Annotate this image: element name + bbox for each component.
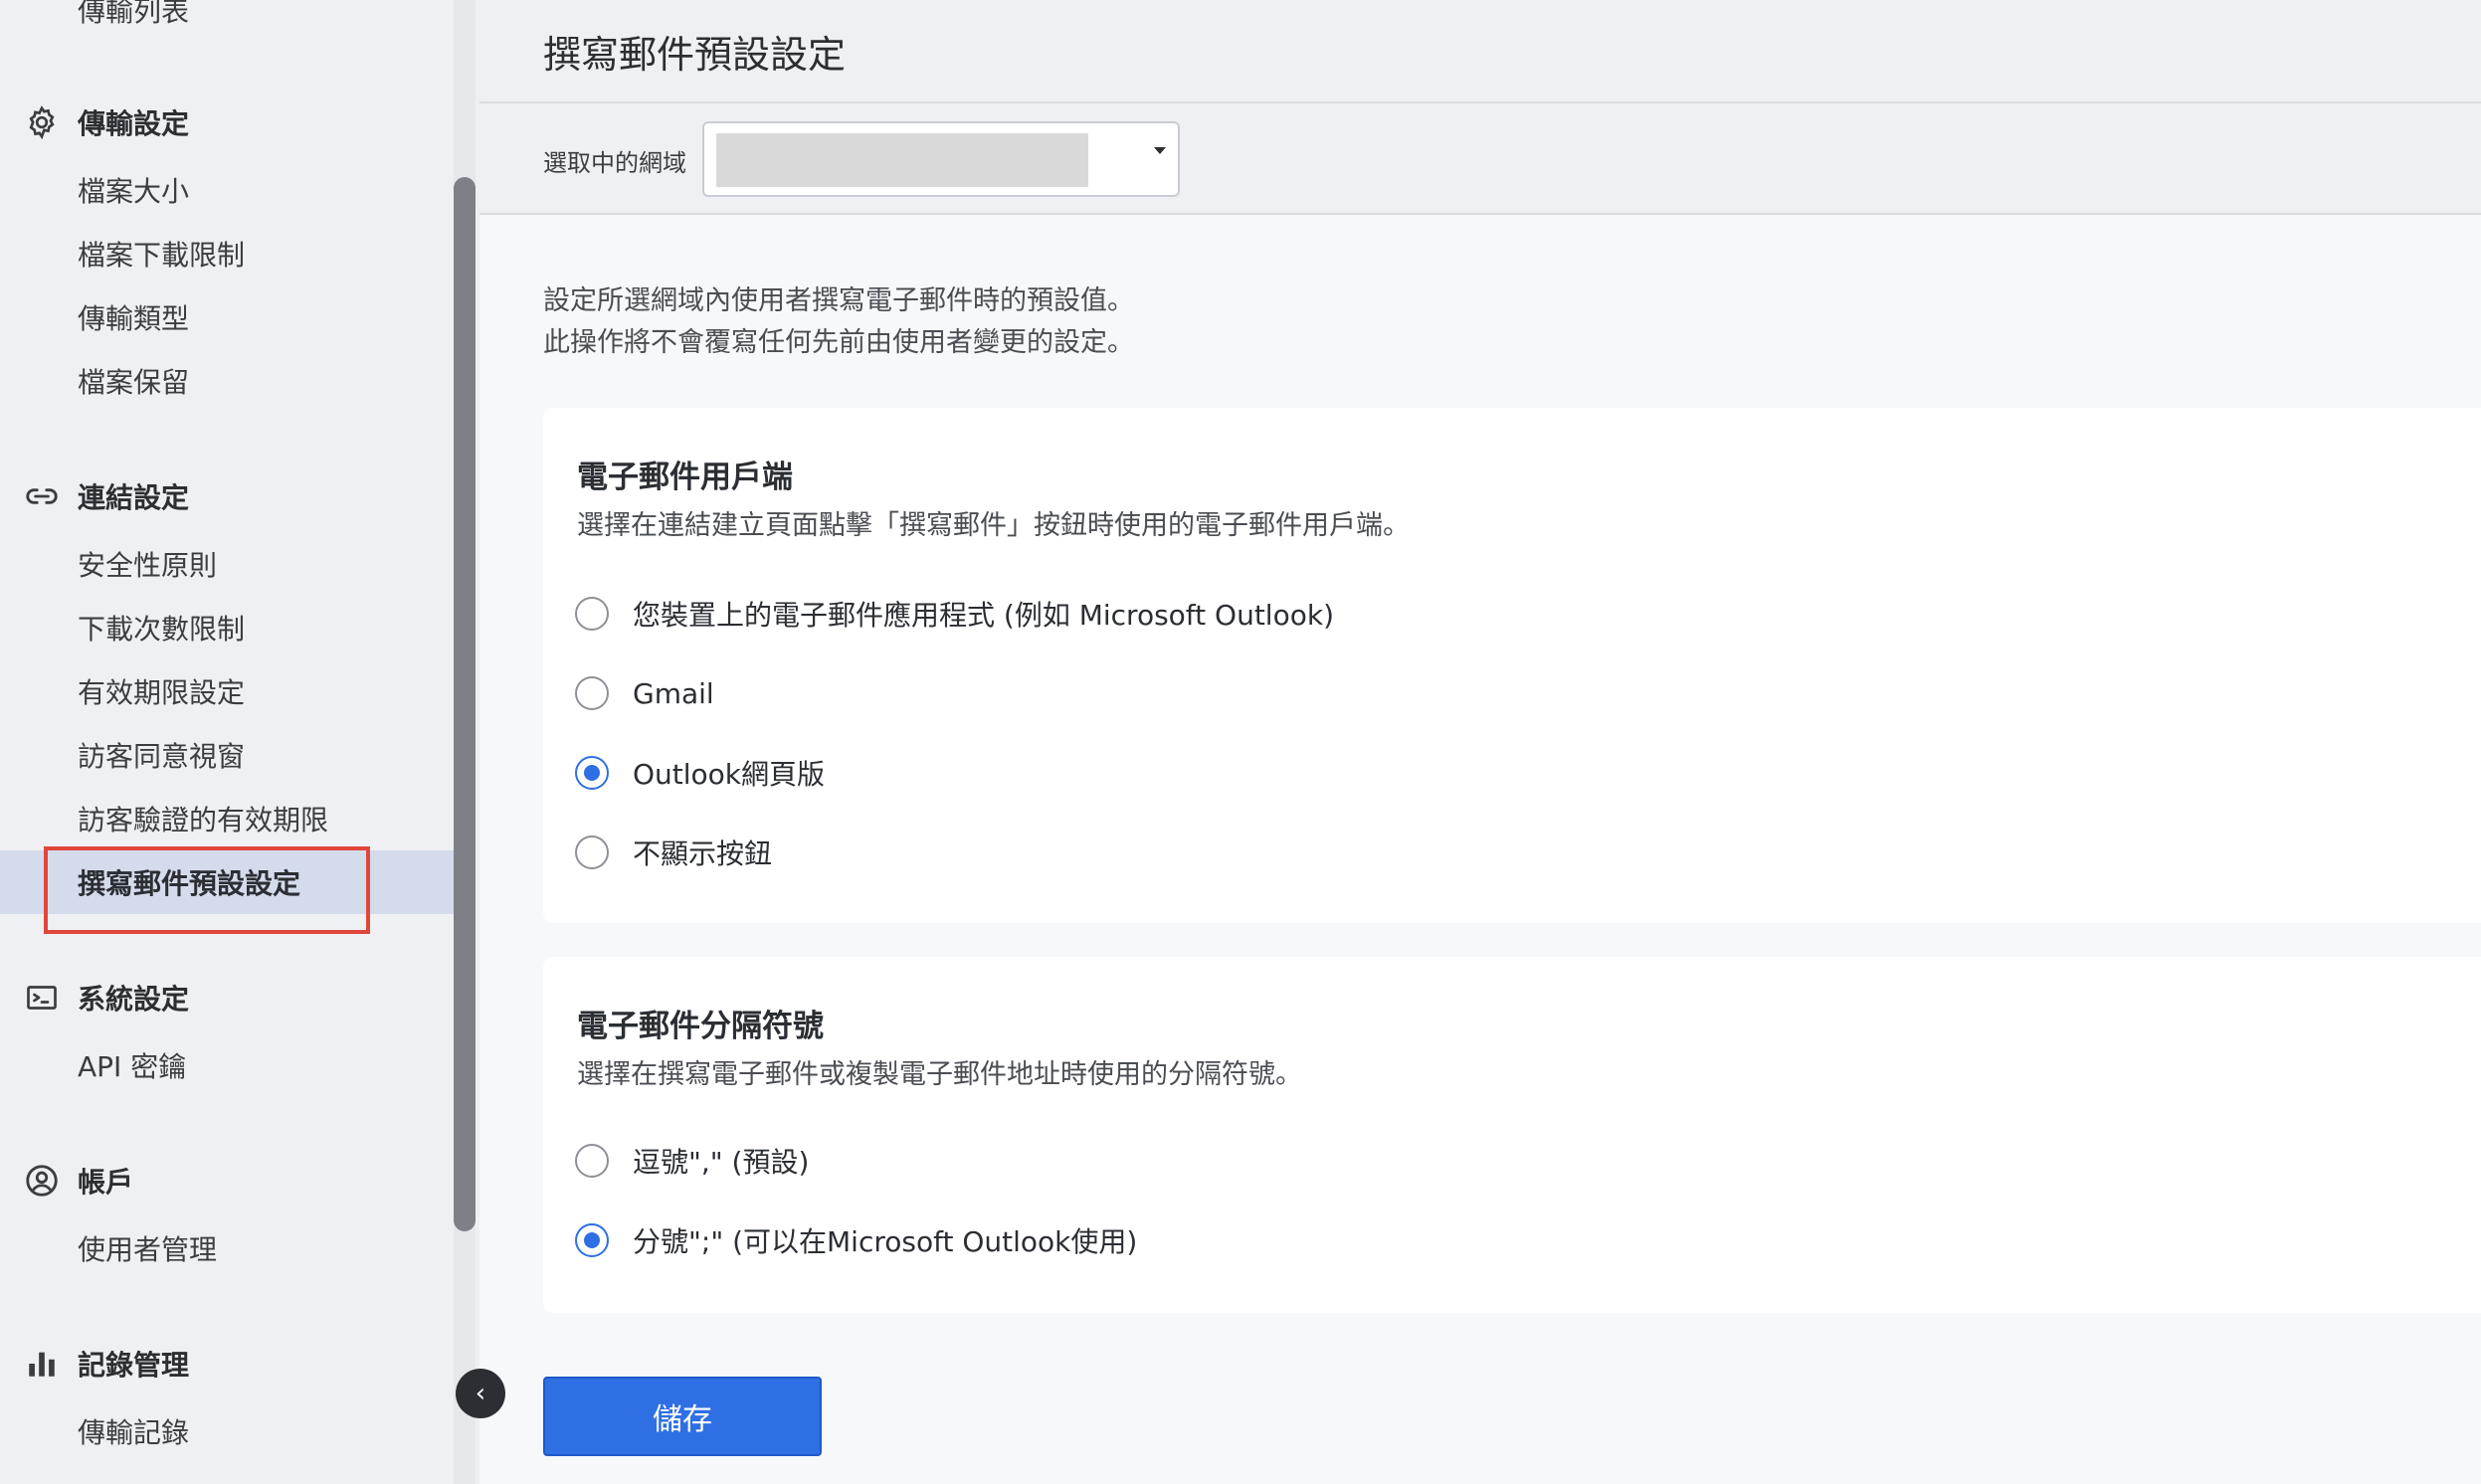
sidebar-group-system-settings[interactable]: 系統設定 (0, 968, 454, 1027)
description-line-1: 設定所選網域內使用者撰寫電子郵件時的預設值。 (543, 285, 1134, 316)
gear-icon (22, 102, 62, 142)
radio-label: Gmail (633, 676, 714, 710)
sidebar-item-compose-mail-defaults[interactable]: 撰寫郵件預設設定 (0, 850, 454, 914)
sidebar-item-expiration-setting[interactable]: 有效期限設定 (0, 659, 454, 723)
radio-option-hide-button[interactable]: 不顯示按鈕 (575, 828, 772, 877)
save-button[interactable]: 儲存 (543, 1377, 822, 1456)
sidebar-scrollbar-thumb[interactable] (454, 177, 476, 1231)
sidebar-item-transfer-list[interactable]: 傳輸列表 (0, 0, 454, 42)
sidebar-item-download-count-limit[interactable]: 下載次數限制 (0, 596, 454, 659)
page-description: 設定所選網域內使用者撰寫電子郵件時的預設值。 此操作將不會覆寫任何先前由使用者變… (543, 280, 1134, 364)
sidebar-group-log-management[interactable]: 記錄管理 (0, 1334, 454, 1393)
card-subtitle: 選擇在連結建立頁面點擊「撰寫郵件」按鈕時使用的電子郵件用戶端。 (577, 510, 1410, 541)
bar-chart-icon (22, 1344, 62, 1384)
domain-label: 選取中的網域 (543, 149, 686, 177)
sidebar-group-label: 傳輸設定 (78, 107, 190, 140)
radio-button-checked[interactable] (575, 1223, 609, 1257)
radio-button[interactable] (575, 597, 609, 631)
sidebar: 傳輸列表 傳輸設定 檔案大小 檔案下載限制 傳輸類型 檔案保留 連結設定 安全性… (0, 0, 454, 1484)
radio-label: Outlook網頁版 (633, 758, 826, 791)
sidebar-item-file-size[interactable]: 檔案大小 (0, 158, 454, 222)
card-title: 電子郵件分隔符號 (577, 1009, 824, 1044)
description-line-2: 此操作將不會覆寫任何先前由使用者變更的設定。 (543, 327, 1134, 358)
radio-option-outlook-web[interactable]: Outlook網頁版 (575, 748, 825, 798)
sidebar-group-transfer-settings[interactable]: 傳輸設定 (0, 93, 454, 152)
page-header: 撰寫郵件預設設定 (479, 0, 2481, 103)
sidebar-item-user-management[interactable]: 使用者管理 (0, 1216, 454, 1280)
caret-down-icon (1154, 147, 1166, 154)
sidebar-group-label: 帳戶 (78, 1166, 134, 1199)
sidebar-group-label: 記錄管理 (78, 1349, 190, 1382)
radio-button-checked[interactable] (575, 756, 609, 790)
card-title: 電子郵件用戶端 (577, 460, 793, 495)
radio-label: 分號";" (可以在Microsoft Outlook使用) (633, 1225, 1138, 1258)
sidebar-item-guest-verification-expiry[interactable]: 訪客驗證的有效期限 (0, 787, 454, 850)
sidebar-item-guest-consent[interactable]: 訪客同意視窗 (0, 723, 454, 787)
link-icon (22, 476, 62, 516)
sidebar-group-label: 連結設定 (78, 481, 190, 514)
radio-label: 不顯示按鈕 (633, 837, 773, 870)
sidebar-item-security-policy[interactable]: 安全性原則 (0, 532, 454, 596)
sidebar-group-label: 系統設定 (78, 983, 190, 1016)
radio-button[interactable] (575, 835, 609, 869)
sidebar-item-file-retention[interactable]: 檔案保留 (0, 349, 454, 413)
domain-bar: 選取中的網域 (479, 103, 2481, 215)
sidebar-item-transfer-log[interactable]: 傳輸記錄 (0, 1399, 454, 1463)
page-title: 撰寫郵件預設設定 (543, 33, 847, 77)
card-subtitle: 選擇在撰寫電子郵件或複製電子郵件地址時使用的分隔符號。 (577, 1059, 1302, 1090)
domain-select[interactable] (702, 121, 1180, 197)
collapse-sidebar-button[interactable]: ‹ (456, 1369, 505, 1418)
user-circle-icon (22, 1161, 62, 1201)
radio-option-semicolon[interactable]: 分號";" (可以在Microsoft Outlook使用) (575, 1215, 1137, 1265)
radio-option-comma[interactable]: 逗號"," (預設) (575, 1136, 809, 1186)
sidebar-group-link-settings[interactable]: 連結設定 (0, 466, 454, 526)
sidebar-item-download-limit[interactable]: 檔案下載限制 (0, 222, 454, 285)
sidebar-item-api-key[interactable]: API 密鑰 (0, 1033, 454, 1097)
radio-label: 逗號"," (預設) (633, 1146, 810, 1179)
radio-option-device-app[interactable]: 您裝置上的電子郵件應用程式 (例如 Microsoft Outlook) (575, 589, 1334, 639)
chevron-left-icon: ‹ (475, 1379, 486, 1408)
radio-button[interactable] (575, 1144, 609, 1178)
email-separator-card: 電子郵件分隔符號 選擇在撰寫電子郵件或複製電子郵件地址時使用的分隔符號。 逗號"… (543, 957, 2481, 1313)
sidebar-group-account[interactable]: 帳戶 (0, 1151, 454, 1210)
sidebar-item-transfer-type[interactable]: 傳輸類型 (0, 285, 454, 349)
email-client-card: 電子郵件用戶端 選擇在連結建立頁面點擊「撰寫郵件」按鈕時使用的電子郵件用戶端。 … (543, 408, 2481, 923)
terminal-icon (22, 978, 62, 1018)
redacted-domain-value (716, 133, 1088, 187)
main-content: 撰寫郵件預設設定 選取中的網域 設定所選網域內使用者撰寫電子郵件時的預設值。 此… (479, 0, 2481, 1484)
radio-button[interactable] (575, 676, 609, 710)
radio-label: 您裝置上的電子郵件應用程式 (例如 Microsoft Outlook) (633, 599, 1334, 632)
radio-option-gmail[interactable]: Gmail (575, 668, 714, 718)
